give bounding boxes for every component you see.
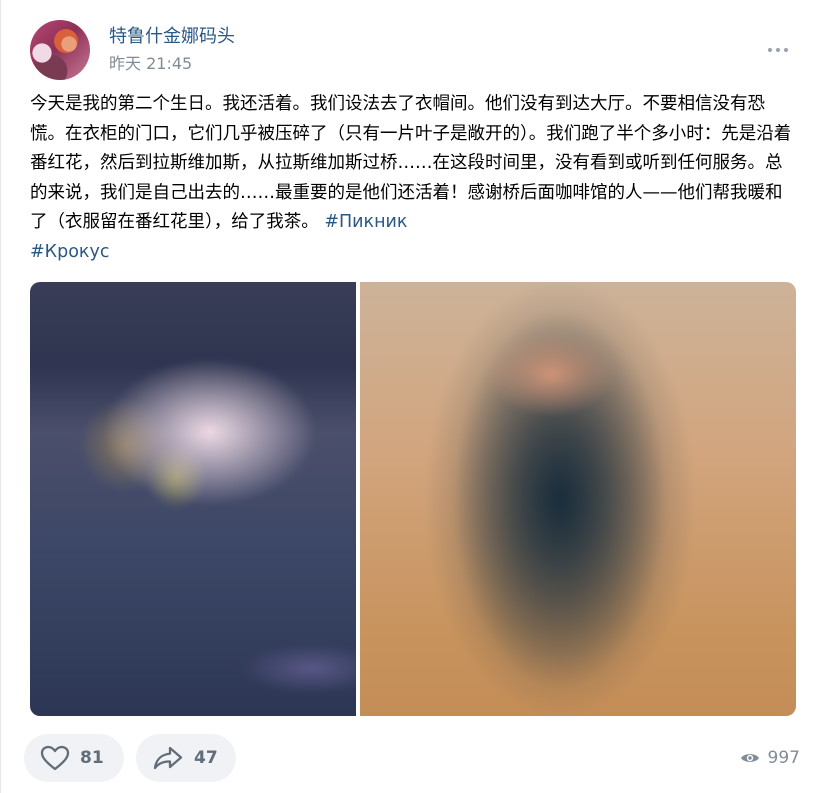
blurred-photo-left xyxy=(30,282,356,716)
share-arrow-icon xyxy=(153,746,183,770)
views-counter: 997 xyxy=(740,734,800,782)
post-header: 特鲁什金娜码头 昨天 21:45 xyxy=(30,18,806,80)
like-count: 81 xyxy=(80,748,104,768)
share-button[interactable]: 47 xyxy=(136,734,236,782)
more-dot xyxy=(776,48,780,52)
heart-outline-icon xyxy=(40,745,70,771)
eye-icon xyxy=(740,754,759,762)
post-card: 特鲁什金娜码头 昨天 21:45 今天是我的第二个生日。我还活着。我们设法去了衣… xyxy=(0,0,826,793)
hashtag-piknik[interactable]: #Пикник xyxy=(324,212,407,232)
more-dot xyxy=(784,48,788,52)
more-options-button[interactable] xyxy=(764,40,792,60)
view-count: 997 xyxy=(767,748,800,768)
share-count: 47 xyxy=(194,748,218,768)
photo-left[interactable] xyxy=(30,282,356,716)
avatar[interactable] xyxy=(30,20,90,80)
more-horizontal-icon xyxy=(768,48,772,52)
like-button[interactable]: 81 xyxy=(24,734,124,782)
hashtag-krokus[interactable]: #Крокус xyxy=(30,242,109,262)
post-body: 今天是我的第二个生日。我还活着。我们设法去了衣帽间。他们没有到达大厅。不要相信没… xyxy=(30,94,792,232)
blurred-photo-right xyxy=(360,282,796,716)
author-name[interactable]: 特鲁什金娜码头 xyxy=(109,26,235,48)
photo-right[interactable] xyxy=(360,282,796,716)
post-text: 今天是我的第二个生日。我还活着。我们设法去了衣帽间。他们没有到达大厅。不要相信没… xyxy=(30,90,798,267)
post-time[interactable]: 昨天 21:45 xyxy=(109,54,192,74)
post-footer: 81 47 997 xyxy=(24,734,800,782)
